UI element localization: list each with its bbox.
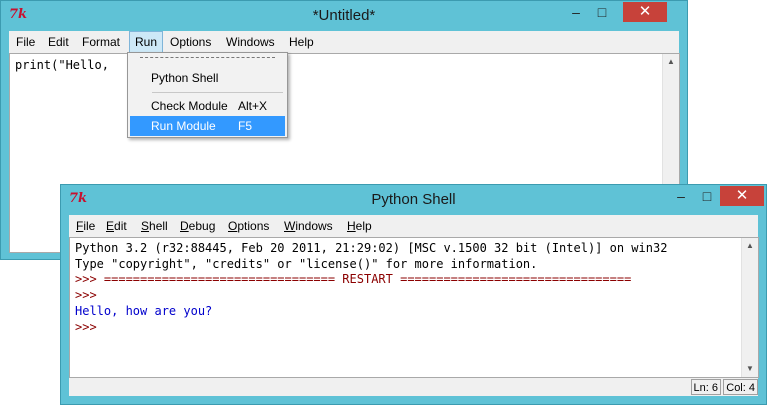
- menu-windows[interactable]: Windows: [279, 215, 338, 237]
- menu-file[interactable]: File: [11, 31, 40, 53]
- menu-debug-mnemonic: D: [180, 219, 189, 233]
- shell-output-line: Hello, how are you?: [75, 304, 213, 318]
- menu-item-run-module[interactable]: Run Module F5: [130, 116, 285, 136]
- shell-vertical-scrollbar[interactable]: ▲ ▼: [741, 238, 758, 377]
- minimize-icon[interactable]: –: [563, 2, 589, 22]
- menu-item-check-module[interactable]: Check Module Alt+X: [130, 96, 285, 116]
- menu-options-mnemonic: O: [228, 219, 238, 233]
- scroll-up-icon[interactable]: ▲: [663, 54, 679, 70]
- menu-options-label: ptions: [237, 219, 270, 233]
- menu-shell-label: hell: [149, 219, 168, 233]
- menu-windows-mnemonic: W: [284, 219, 296, 233]
- close-icon[interactable]: ✕: [623, 2, 667, 22]
- menu-run[interactable]: Run: [129, 31, 164, 53]
- menu-edit[interactable]: Edit: [101, 215, 132, 237]
- shell-titlebar[interactable]: 7k Python Shell – □ ✕: [61, 185, 766, 215]
- menu-item-python-shell[interactable]: Python Shell: [130, 68, 285, 88]
- editor-titlebar[interactable]: 7k *Untitled* – □ ✕: [1, 1, 687, 31]
- shell-text-area[interactable]: Python 3.2 (r32:88445, Feb 20 2011, 21:2…: [69, 237, 759, 378]
- shell-statusbar: Ln: 6 Col: 4: [69, 378, 758, 396]
- menu-help-mnemonic: H: [347, 219, 356, 233]
- menu-windows[interactable]: Windows: [221, 31, 280, 53]
- menu-edit-mnemonic: E: [106, 219, 115, 233]
- menu-file[interactable]: File: [71, 215, 100, 237]
- editor-code-line: print("Hello,: [15, 58, 109, 72]
- menu-options[interactable]: Options: [223, 215, 274, 237]
- menu-help[interactable]: Help: [342, 215, 377, 237]
- run-menu-dropdown: Python Shell Check Module Alt+X Run Modu…: [127, 52, 288, 138]
- menu-shell-mnemonic: S: [141, 219, 150, 233]
- menu-debug-label: ebug: [188, 219, 216, 233]
- menu-format[interactable]: Format: [77, 31, 125, 53]
- menu-shell[interactable]: Shell: [136, 215, 173, 237]
- menu-windows-label: indows: [295, 219, 333, 233]
- menu-file-label: ile: [83, 219, 96, 233]
- menu-debug[interactable]: Debug: [175, 215, 220, 237]
- shell-banner-line: Type "copyright", "credits" or "license(…: [75, 257, 538, 271]
- maximize-icon[interactable]: □: [694, 186, 720, 206]
- menu-edit-label: dit: [114, 219, 127, 233]
- menu-item-shortcut: F5: [238, 119, 253, 133]
- menu-options[interactable]: Options: [165, 31, 216, 53]
- tear-off-line[interactable]: [140, 57, 275, 58]
- shell-menubar: File Edit Shell Debug Options Windows He…: [69, 215, 758, 237]
- menu-item-shortcut: Alt+X: [238, 99, 268, 113]
- scroll-up-icon[interactable]: ▲: [742, 238, 758, 254]
- close-icon[interactable]: ✕: [720, 186, 764, 206]
- minimize-icon[interactable]: –: [668, 186, 694, 206]
- editor-menubar: File Edit Format Run Options Windows Hel…: [9, 31, 679, 53]
- menu-item-label: Check Module: [151, 99, 228, 113]
- menu-help-label: elp: [355, 219, 372, 233]
- menu-help[interactable]: Help: [284, 31, 319, 53]
- shell-prompt: >>>: [75, 320, 97, 334]
- menu-separator: [152, 92, 283, 93]
- maximize-icon[interactable]: □: [589, 2, 615, 22]
- scroll-down-icon[interactable]: ▼: [742, 361, 758, 377]
- menu-edit[interactable]: Edit: [43, 31, 74, 53]
- status-column-number: Col: 4: [723, 379, 758, 395]
- menu-item-label: Python Shell: [151, 71, 219, 85]
- shell-banner-line: Python 3.2 (r32:88445, Feb 20 2011, 21:2…: [75, 241, 668, 255]
- shell-prompt: >>>: [75, 288, 97, 302]
- status-line-number: Ln: 6: [690, 379, 721, 395]
- menu-item-label: Run Module: [151, 119, 216, 133]
- shell-restart-line: >>> ================================ RES…: [75, 272, 632, 286]
- shell-window-title: Python Shell: [371, 191, 456, 208]
- shell-window: 7k Python Shell – □ ✕ File Edit Shell De…: [60, 184, 767, 405]
